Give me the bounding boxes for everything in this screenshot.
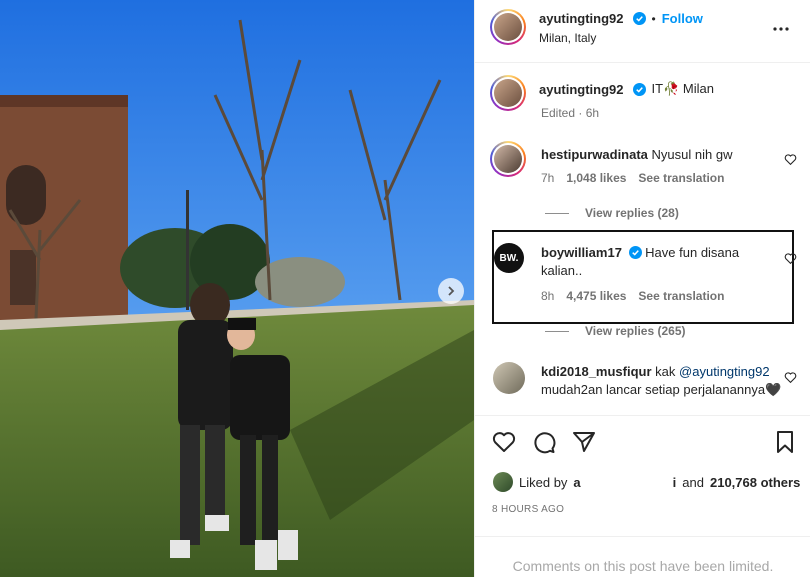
- comment-text-prefix: kak: [655, 364, 676, 379]
- see-translation-button[interactable]: See translation: [638, 289, 724, 303]
- caption-avatar[interactable]: [490, 75, 526, 111]
- caption-meta: Edited · 6h: [541, 106, 600, 120]
- comment-likes[interactable]: 1,048 likes: [566, 171, 626, 185]
- share-paper-plane-icon[interactable]: [572, 430, 596, 454]
- post-photo[interactable]: [0, 0, 474, 577]
- post-location[interactable]: Milan, Italy: [539, 31, 596, 45]
- view-replies-button[interactable]: View replies (28): [545, 206, 679, 220]
- comment-body: kdi2018_musfiqur kak @ayutingting92 muda…: [541, 363, 786, 413]
- verified-badge-icon: [632, 82, 646, 96]
- liked-by-username[interactable]: a: [573, 475, 580, 490]
- likes-summary: Liked by a i and 210,768 others: [493, 472, 800, 492]
- liker-avatar[interactable]: [493, 472, 513, 492]
- view-replies-button[interactable]: View replies (265): [545, 324, 686, 338]
- like-comment-heart-icon[interactable]: [784, 153, 797, 166]
- like-heart-icon[interactable]: [492, 430, 516, 454]
- others-count[interactable]: 210,768 others: [710, 475, 800, 490]
- like-comment-heart-icon[interactable]: [784, 371, 797, 384]
- action-bar: Liked by a i and 210,768 others 8 HOURS …: [475, 415, 810, 545]
- post-image: [0, 0, 474, 577]
- author-avatar[interactable]: [490, 9, 526, 45]
- more-horizontal-icon[interactable]: [772, 20, 790, 38]
- follow-button[interactable]: Follow: [662, 11, 703, 26]
- verified-badge-icon: [632, 12, 646, 25]
- commenter-avatar[interactable]: [493, 362, 525, 394]
- post-side-panel: ayutingting92 • Follow Milan, Italy ayut…: [474, 0, 810, 577]
- commenter-username[interactable]: hestipurwadinata: [541, 147, 648, 162]
- comment-time: 7h: [541, 171, 555, 185]
- avatar-initials: BW.: [499, 252, 519, 264]
- commenter-avatar[interactable]: [490, 141, 526, 177]
- view-replies-label: View replies (28): [585, 206, 679, 220]
- replies-line: [545, 212, 569, 214]
- chevron-right-icon: [448, 286, 455, 296]
- and-label: and: [682, 474, 704, 490]
- comment-meta: 7h 1,048 likes See translation: [541, 171, 724, 185]
- comment-bubble-icon[interactable]: [532, 430, 556, 454]
- verified-badge-icon: [628, 246, 642, 259]
- comment-meta: 8h 4,475 likes See translation: [541, 289, 724, 303]
- caption-line: ayutingting92 IT🥀 Milan: [539, 80, 714, 98]
- replies-line: [545, 330, 569, 332]
- comment-text-suffix: mudah2an lancar setiap perjalanannya🖤: [541, 382, 782, 397]
- post-date[interactable]: 8 HOURS AGO: [492, 504, 564, 515]
- separator-dot: •: [651, 11, 656, 26]
- commenter-username[interactable]: boywilliam17: [541, 245, 622, 260]
- next-photo-button[interactable]: [438, 278, 464, 304]
- like-comment-heart-icon[interactable]: [784, 252, 797, 265]
- commenter-username[interactable]: kdi2018_musfiqur: [541, 364, 652, 379]
- liked-by-username-tail[interactable]: i: [673, 475, 677, 490]
- comments-limited-notice: Comments on this post have been limited.: [475, 536, 810, 577]
- castle-building: [0, 95, 128, 320]
- see-translation-button[interactable]: See translation: [638, 171, 724, 185]
- comment-time: 8h: [541, 289, 555, 303]
- mention-link[interactable]: @ayutingting92: [679, 364, 770, 379]
- caption-text: IT🥀 Milan: [651, 81, 714, 96]
- commenter-avatar[interactable]: BW.: [494, 243, 524, 273]
- author-username[interactable]: ayutingting92: [539, 11, 624, 26]
- comment-likes[interactable]: 4,475 likes: [566, 289, 626, 303]
- view-replies-label: View replies (265): [585, 324, 686, 338]
- liked-by-label: Liked by: [519, 474, 568, 490]
- comment-text: Nyusul nih gw: [651, 147, 733, 162]
- post-header: ayutingting92 • Follow Milan, Italy: [475, 0, 810, 63]
- bookmark-icon[interactable]: [773, 430, 797, 454]
- comment-body: boywilliam17 Have fun disana kalian..: [541, 244, 776, 280]
- caption-username[interactable]: ayutingting92: [539, 82, 624, 97]
- comment-body: hestipurwadinata Nyusul nih gw: [541, 146, 781, 164]
